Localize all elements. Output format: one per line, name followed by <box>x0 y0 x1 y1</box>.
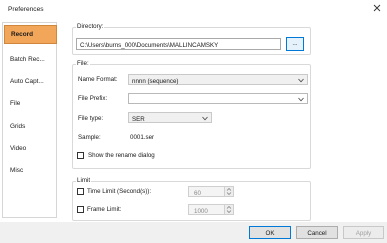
sidebar-item-misc[interactable]: Misc <box>4 162 55 179</box>
browse-button[interactable]: ... <box>286 37 304 51</box>
sidebar-item-label: Record <box>11 31 34 38</box>
file-group-label: File: <box>76 60 90 68</box>
sidebar-item-label: Video <box>10 145 27 152</box>
spin-arrows-icon[interactable] <box>224 205 233 214</box>
chevron-down-icon <box>298 78 304 83</box>
sidebar-item-record[interactable]: Record <box>4 25 57 44</box>
file-prefix-combo[interactable] <box>128 93 308 104</box>
cancel-button[interactable]: Cancel <box>296 226 338 239</box>
rename-dialog-label: Show the rename dialog <box>88 152 155 159</box>
cancel-button-label: Cancel <box>307 230 327 237</box>
sidebar-item-grids[interactable]: Grids <box>4 118 55 135</box>
name-format-label: Name Format: <box>78 76 118 83</box>
time-limit-value: 60 <box>194 189 201 197</box>
spin-arrows-icon[interactable] <box>224 187 233 196</box>
apply-button[interactable]: Apply <box>343 226 384 239</box>
file-type-label: File type: <box>78 115 104 122</box>
apply-button-label: Apply <box>355 230 372 237</box>
directory-path-field[interactable]: C:\Users\burns_000\Documents\MALLINCAMSK… <box>76 38 281 50</box>
sidebar-item-label: Misc <box>10 167 24 174</box>
limit-group-label: Limit <box>76 177 92 185</box>
sample-label: Sample: <box>78 134 101 141</box>
ok-button[interactable]: OK <box>249 226 291 239</box>
directory-path-value: C:\Users\burns_000\Documents\MALLINCAMSK… <box>80 41 219 49</box>
sidebar-item-label: Batch Rec... <box>10 56 45 63</box>
sidebar-item-batch-record[interactable]: Batch Rec... <box>4 51 55 68</box>
name-format-value: nnnn (sequence) <box>132 77 179 85</box>
file-prefix-label: File Prefix: <box>78 95 108 102</box>
chevron-down-icon <box>298 97 304 102</box>
sidebar-item-label: File <box>10 100 21 107</box>
rename-dialog-checkbox[interactable] <box>77 152 84 159</box>
directory-group-label: Directory: <box>76 23 105 31</box>
file-type-value: SER <box>132 115 145 123</box>
frame-limit-stepper[interactable]: 1000 <box>188 204 234 215</box>
ok-button-label: OK <box>265 230 275 237</box>
sample-value: 0001.ser <box>130 134 155 141</box>
chevron-down-icon <box>202 116 208 121</box>
time-limit-label: Time Limit (Second(s)): <box>87 188 152 195</box>
sidebar-item-file[interactable]: File <box>4 95 55 112</box>
frame-limit-label: Frame Limit: <box>87 206 122 213</box>
sidebar: Record Batch Rec... Auto Capt... File Gr… <box>2 22 57 218</box>
sidebar-item-label: Auto Capt... <box>10 78 44 85</box>
time-limit-checkbox[interactable] <box>77 188 84 195</box>
window-title: Preferences <box>8 6 44 13</box>
file-type-select[interactable]: SER <box>128 112 212 123</box>
time-limit-stepper[interactable]: 60 <box>188 186 234 197</box>
name-format-select[interactable]: nnnn (sequence) <box>128 74 308 85</box>
sidebar-item-label: Grids <box>10 123 26 130</box>
browse-button-label: ... <box>292 40 298 47</box>
frame-limit-value: 1000 <box>194 207 208 215</box>
close-icon[interactable] <box>372 3 382 13</box>
sidebar-item-video[interactable]: Video <box>4 140 55 157</box>
frame-limit-checkbox[interactable] <box>77 206 84 213</box>
sidebar-item-auto-capture[interactable]: Auto Capt... <box>4 73 55 90</box>
